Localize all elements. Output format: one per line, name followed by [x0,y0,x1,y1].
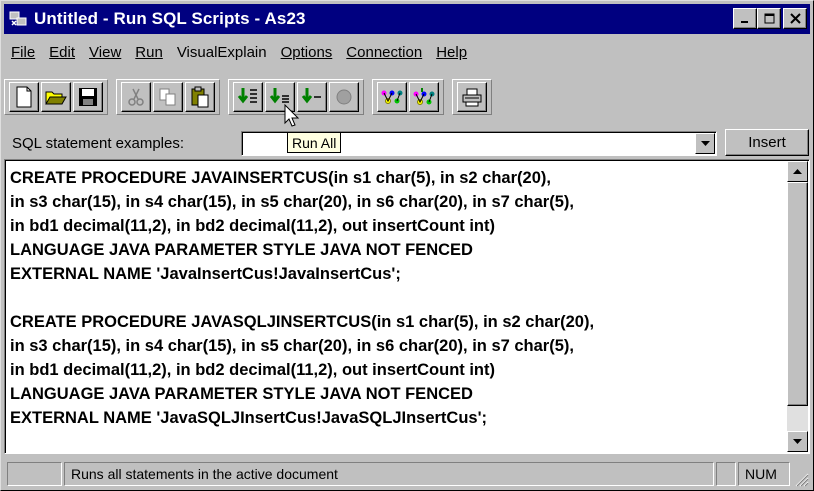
menu-file-label: File [11,43,36,61]
run-and-explain-button[interactable] [409,82,439,112]
open-button[interactable] [41,82,71,112]
sql-line: LANGUAGE JAVA PARAMETER STYLE JAVA NOT F… [10,241,473,259]
print-icon [462,88,482,107]
cut-button[interactable] [121,82,151,112]
sql-line: in s3 char(15), in s4 char(15), in s5 ch… [10,193,574,211]
editor-vertical-scrollbar[interactable] [787,161,808,452]
stop-icon [336,89,352,105]
sql-line: in s3 char(15), in s4 char(15), in s5 ch… [10,337,574,355]
insert-button[interactable]: Insert [725,129,809,156]
menu-run-label: Run [135,43,163,61]
mouse-cursor-icon [284,104,300,127]
menu-file[interactable]: File [4,44,42,61]
menu-connection[interactable]: Connection [339,44,429,61]
run-sql-scripts-window: Untitled - Run SQL Scripts - As23 File E… [0,0,814,491]
copy-icon [159,88,176,106]
num-lock-indicator: NUM [738,462,790,486]
close-button[interactable] [783,8,807,29]
sql-examples-dropdown-button[interactable] [695,133,715,154]
sql-line: CREATE PROCEDURE JAVASQLJINSERTCUS(in s1… [10,313,595,331]
visual-explain-icon [381,90,403,104]
sql-line: EXTERNAL NAME 'JavaInsertCus!JavaInsertC… [10,265,401,283]
menu-visualexplain[interactable]: VisualExplain [170,44,274,61]
file-toolbar-group [4,79,108,115]
sql-line: LANGUAGE JAVA PARAMETER STYLE JAVA NOT F… [10,385,473,403]
sql-line: in bd1 decimal(11,2), in bd2 decimal(11,… [10,217,496,235]
menu-options[interactable]: Options [274,44,340,61]
menu-bar: File Edit View Run VisualExplain Options… [4,40,810,64]
menu-connection-label: Connection [346,43,423,61]
status-message: Runs all statements in the active docume… [64,462,714,486]
sql-line: in bd1 decimal(11,2), in bd2 decimal(11,… [10,361,496,379]
menu-visualexplain-label: VisualExplain [176,43,267,61]
scroll-up-button[interactable] [787,161,808,182]
print-button[interactable] [457,82,487,112]
status-blank-panel-2 [716,462,736,486]
sql-line: EXTERNAL NAME 'JavaSQLJInsertCus!JavaSQL… [10,409,488,427]
run-selected-icon [301,88,321,104]
print-toolbar-group [452,79,492,115]
copy-button[interactable] [153,82,183,112]
scroll-thumb[interactable] [787,182,808,406]
run-all-icon [237,88,257,104]
scroll-down-button[interactable] [787,431,808,452]
save-icon [79,88,97,106]
arrow-up-icon [793,168,802,174]
sql-line [10,286,785,310]
cut-icon [128,88,144,106]
run-all-tooltip: Run All [287,132,342,153]
save-button[interactable] [73,82,103,112]
new-button[interactable] [9,82,39,112]
sql-examples-row: SQL statement examples: Insert [4,129,810,157]
maximize-button[interactable] [757,8,781,29]
paste-button[interactable] [185,82,215,112]
title-bar[interactable]: Untitled - Run SQL Scripts - As23 [4,4,810,34]
explain-toolbar-group [372,79,444,115]
run-all-button[interactable] [233,82,263,112]
menu-edit-label: Edit [49,43,76,61]
resize-grip-icon[interactable] [793,471,809,487]
menu-help[interactable]: Help [429,44,474,61]
maximize-icon [764,13,774,24]
sql-examples-label: SQL statement examples: [12,134,185,152]
menu-options-label: Options [280,43,333,61]
minimize-button[interactable] [733,8,757,29]
edit-toolbar-group [116,79,220,115]
minimize-icon [741,20,748,23]
open-folder-icon [45,91,67,105]
status-bar: Runs all statements in the active docume… [4,460,810,488]
sql-script-text[interactable]: CREATE PROCEDURE JAVAINSERTCUS(in s1 cha… [10,166,785,430]
sql-script-editor[interactable]: CREATE PROCEDURE JAVAINSERTCUS(in s1 cha… [4,159,810,454]
menu-view[interactable]: View [82,44,128,61]
menu-view-label: View [89,43,122,61]
menu-help-label: Help [436,43,468,61]
window-title: Untitled - Run SQL Scripts - As23 [34,9,306,28]
arrow-down-icon [793,438,802,444]
menu-edit[interactable]: Edit [42,44,82,61]
new-document-icon [16,86,32,108]
status-blank-panel [7,462,62,486]
visual-explain-button[interactable] [377,82,407,112]
run-sql-scripts-app-icon[interactable] [7,8,29,30]
sql-line: CREATE PROCEDURE JAVAINSERTCUS(in s1 cha… [10,169,551,187]
paste-icon [191,86,209,108]
menu-run[interactable]: Run [128,44,170,61]
toolbar [4,77,810,117]
chevron-down-icon [700,140,710,146]
stop-button[interactable] [329,82,359,112]
run-and-explain-icon [413,88,435,105]
close-icon [789,13,801,24]
